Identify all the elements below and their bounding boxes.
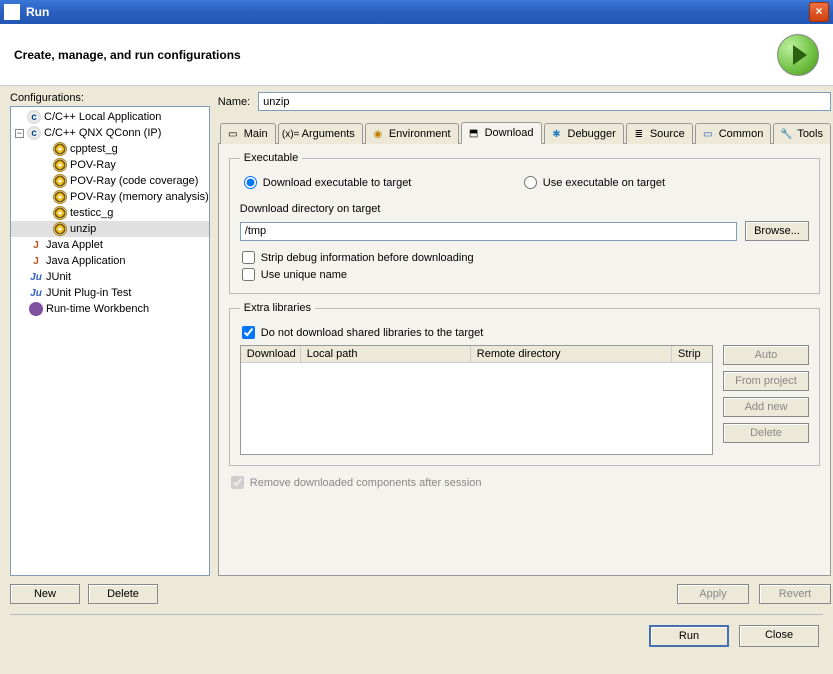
runtime-icon (29, 302, 43, 316)
from-project-button[interactable]: From project (723, 371, 809, 391)
remove-after-row: Remove downloaded components after sessi… (231, 476, 820, 489)
target-icon (53, 206, 67, 220)
target-icon (53, 222, 67, 236)
tree-item-testicc[interactable]: testicc_g (11, 205, 209, 221)
target-icon (53, 158, 67, 172)
radio-download-exec[interactable]: Download executable to target (244, 176, 524, 189)
tab-debugger[interactable]: ✱Debugger (544, 123, 624, 144)
c-qnx-icon: c (27, 126, 41, 140)
main-icon: ▭ (226, 127, 240, 141)
run-button[interactable]: Run (649, 625, 729, 647)
header-title: Create, manage, and run configurations (14, 48, 241, 62)
delete-lib-button[interactable]: Delete (723, 423, 809, 443)
tab-source[interactable]: ≣Source (626, 123, 693, 144)
tab-arguments[interactable]: (x)=Arguments (278, 123, 363, 144)
unique-checkbox-row[interactable]: Use unique name (242, 268, 809, 281)
tab-download[interactable]: ⬒Download (461, 122, 542, 144)
tab-environment[interactable]: ◉Environment (365, 123, 459, 144)
tree-item-povray-mem[interactable]: POV-Ray (memory analysis) (11, 189, 209, 205)
apply-button[interactable]: Apply (677, 584, 749, 604)
close-icon[interactable]: × (809, 2, 829, 22)
arguments-icon: (x)= (284, 127, 298, 141)
tree-item-junit-plugin[interactable]: Ju JUnit Plug-in Test (11, 285, 209, 301)
tree-item-java-app[interactable]: J Java Application (11, 253, 209, 269)
executable-legend: Executable (240, 152, 302, 164)
tab-main[interactable]: ▭Main (220, 123, 276, 144)
th-localpath[interactable]: Local path (301, 346, 471, 362)
unique-checkbox[interactable] (242, 268, 255, 281)
download-dir-label: Download directory on target (240, 203, 809, 215)
tabs: ▭Main (x)=Arguments ◉Environment ⬒Downlo… (218, 121, 831, 144)
radio-use-exec-input[interactable] (524, 176, 537, 189)
debugger-icon: ✱ (550, 127, 564, 141)
header: Create, manage, and run configurations (0, 24, 833, 86)
tree-item-unzip[interactable]: unzip (11, 221, 209, 237)
run-big-button[interactable] (777, 34, 819, 76)
tree-item-cpptest[interactable]: cpptest_g (11, 141, 209, 157)
tab-common[interactable]: ▭Common (695, 123, 772, 144)
radio-download-exec-input[interactable] (244, 176, 257, 189)
th-strip[interactable]: Strip (672, 346, 712, 362)
source-icon: ≣ (632, 127, 646, 141)
tree-item-junit[interactable]: Ju JUnit (11, 269, 209, 285)
nolibs-checkbox-row[interactable]: Do not download shared libraries to the … (242, 326, 809, 339)
download-dir-input[interactable] (240, 222, 737, 241)
tree-item-runtime-wb[interactable]: Run-time Workbench (11, 301, 209, 317)
junit-plugin-icon: Ju (29, 286, 43, 300)
target-icon (53, 142, 67, 156)
app-icon (4, 4, 20, 20)
auto-button[interactable]: Auto (723, 345, 809, 365)
tree-item-povray-cov[interactable]: POV-Ray (code coverage) (11, 173, 209, 189)
th-remotedir[interactable]: Remote directory (471, 346, 672, 362)
configurations-label: Configurations: (10, 92, 210, 104)
new-button[interactable]: New (10, 584, 80, 604)
target-icon (53, 190, 67, 204)
add-new-button[interactable]: Add new (723, 397, 809, 417)
tree-item-java-applet[interactable]: J Java Applet (11, 237, 209, 253)
titlebar: Run × (0, 0, 833, 24)
revert-button[interactable]: Revert (759, 584, 831, 604)
common-icon: ▭ (701, 127, 715, 141)
name-label: Name: (218, 96, 250, 108)
strip-checkbox[interactable] (242, 251, 255, 264)
download-icon: ⬒ (467, 126, 481, 140)
configurations-tree[interactable]: c C/C++ Local Application − c C/C++ QNX … (10, 106, 210, 576)
th-download[interactable]: Download (241, 346, 301, 362)
tree-item-povray[interactable]: POV-Ray (11, 157, 209, 173)
strip-checkbox-row[interactable]: Strip debug information before downloadi… (242, 251, 809, 264)
junit-icon: Ju (29, 270, 43, 284)
java-app-icon: J (29, 254, 43, 268)
java-applet-icon: J (29, 238, 43, 252)
name-input[interactable] (258, 92, 831, 111)
nolibs-checkbox[interactable] (242, 326, 255, 339)
tools-icon: 🔧 (779, 127, 793, 141)
close-button[interactable]: Close (739, 625, 819, 647)
c-app-icon: c (27, 110, 41, 124)
libs-table[interactable]: Download Local path Remote directory Str… (240, 345, 713, 455)
extra-libs-legend: Extra libraries (240, 302, 315, 314)
play-icon (793, 45, 807, 65)
browse-button[interactable]: Browse... (745, 221, 809, 241)
target-icon (53, 174, 67, 188)
remove-after-checkbox (231, 476, 244, 489)
tab-tools[interactable]: 🔧Tools (773, 123, 831, 144)
environment-icon: ◉ (371, 127, 385, 141)
tab-download-content: Executable Download executable to target… (218, 144, 831, 576)
extra-libs-group: Extra libraries Do not download shared l… (229, 302, 820, 466)
radio-use-exec[interactable]: Use executable on target (524, 176, 665, 189)
tree-item-c-qnx[interactable]: − c C/C++ QNX QConn (IP) (11, 125, 209, 141)
window-title: Run (26, 5, 49, 19)
collapse-icon[interactable]: − (15, 129, 24, 138)
executable-group: Executable Download executable to target… (229, 152, 820, 294)
delete-config-button[interactable]: Delete (88, 584, 158, 604)
tree-item-c-local[interactable]: c C/C++ Local Application (11, 109, 209, 125)
